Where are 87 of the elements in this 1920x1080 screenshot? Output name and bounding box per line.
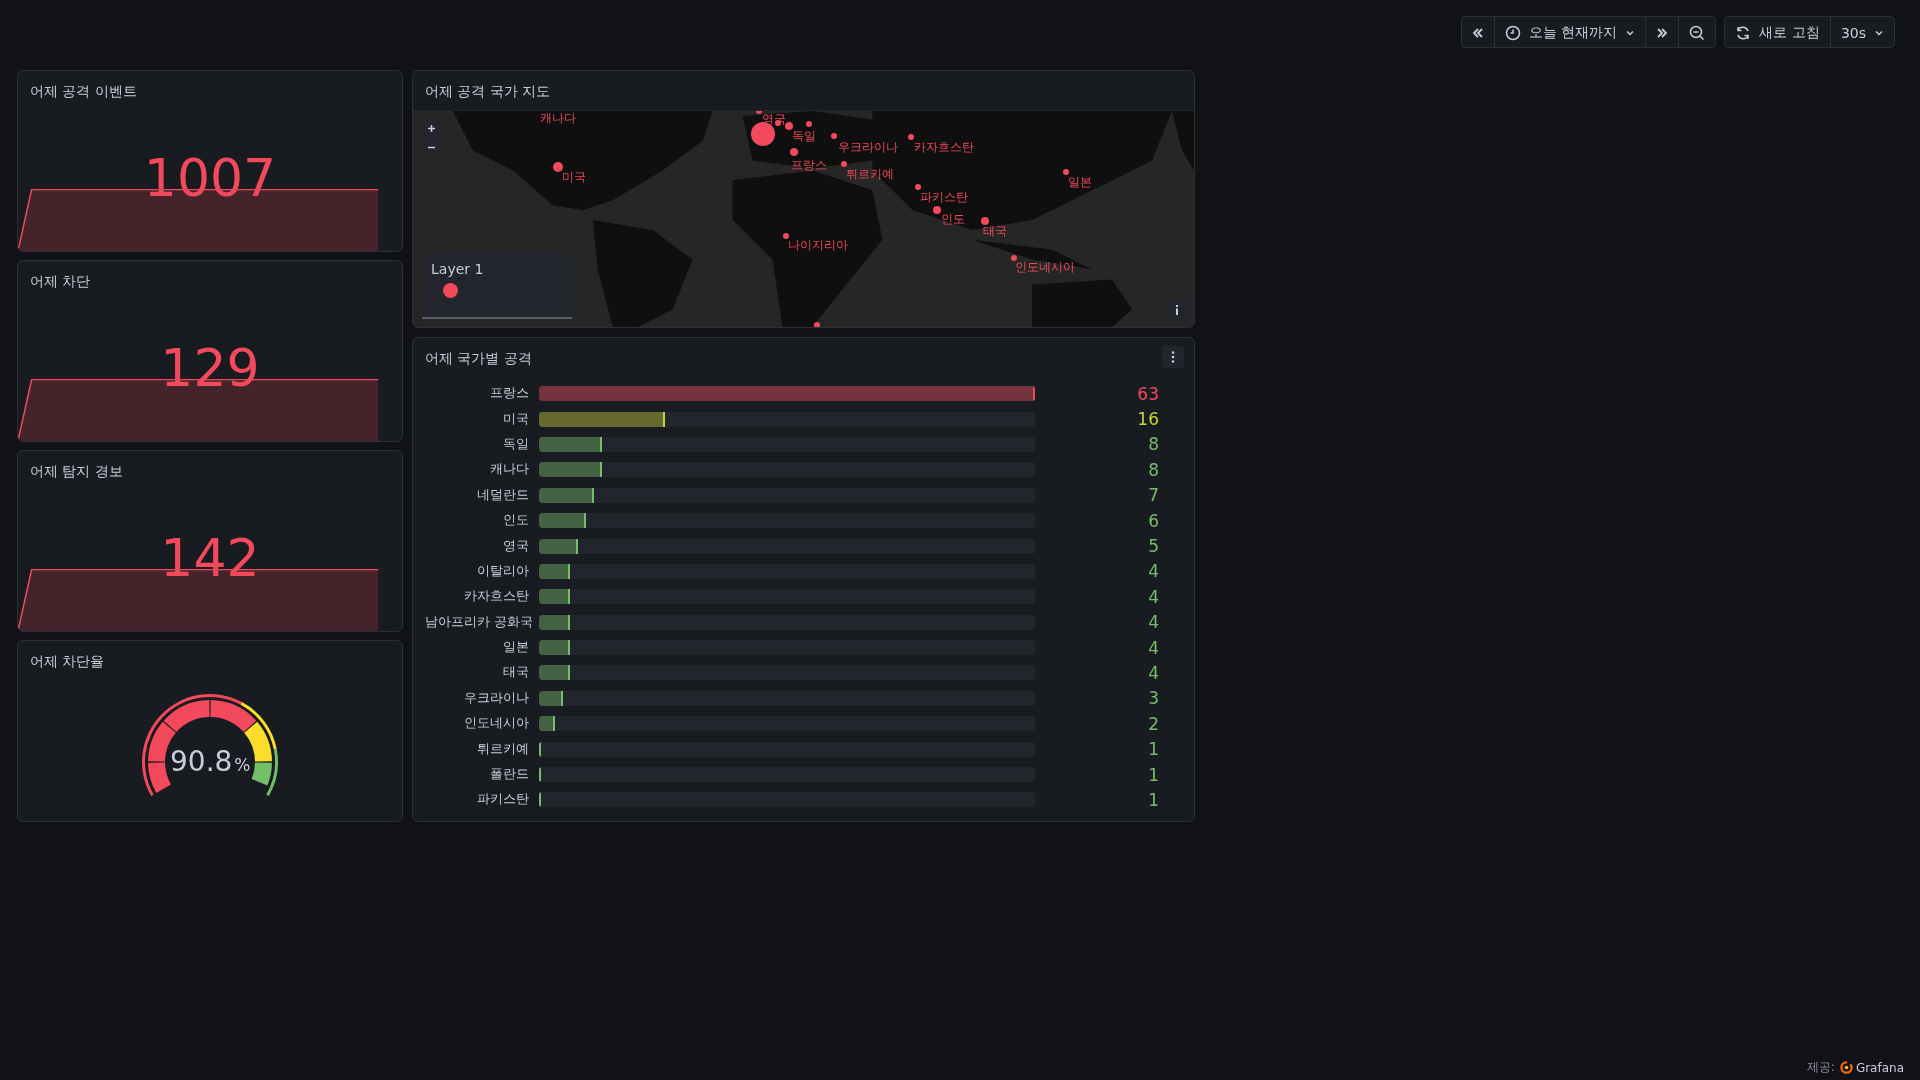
map-marker-icon xyxy=(814,322,820,327)
map-marker-label: 튀르키예 xyxy=(846,165,894,183)
bar-label: 독일 xyxy=(502,435,529,453)
bar-label: 인도네시아 xyxy=(463,715,529,733)
plus-icon xyxy=(426,123,436,133)
double-chevron-left-icon xyxy=(1472,27,1484,39)
panel-title: 어제 공격 이벤트 xyxy=(29,82,138,100)
map-marker-icon xyxy=(908,134,914,140)
bar-label: 네덜란드 xyxy=(476,486,529,504)
bar-value: 5 xyxy=(1147,536,1159,557)
bar-value: 4 xyxy=(1147,586,1159,607)
bar-label: 튀르키예 xyxy=(476,740,529,758)
bar-value: 63 xyxy=(1136,383,1159,404)
map-marker-icon xyxy=(790,148,798,156)
map-marker-label: 캐나다 xyxy=(540,111,576,127)
map-marker-icon xyxy=(831,133,837,139)
vertical-dots-icon xyxy=(1171,351,1175,363)
map-marker-icon xyxy=(553,162,563,172)
bar-value: 2 xyxy=(1147,713,1159,734)
info-button[interactable] xyxy=(1168,301,1186,319)
map-marker-icon xyxy=(806,121,812,127)
bar-label: 인도 xyxy=(502,512,529,530)
map-marker-label: 태국 xyxy=(983,222,1007,240)
spiral-logo-icon xyxy=(1839,1061,1853,1074)
bar-label: 캐나다 xyxy=(489,461,529,479)
map-marker-label: 미국 xyxy=(562,168,586,186)
map-marker-icon xyxy=(1063,169,1069,175)
bar-value: 4 xyxy=(1147,663,1159,683)
bar-label: 이탈리아 xyxy=(476,562,529,580)
bar-label: 일본 xyxy=(502,639,529,657)
map-marker-icon xyxy=(1011,255,1017,261)
map-marker-label: 프랑스 xyxy=(791,156,827,174)
zoom-in-button[interactable] xyxy=(422,119,440,137)
map-marker-label: 일본 xyxy=(1068,173,1092,191)
map-marker-icon xyxy=(841,161,847,167)
refresh-interval-dropdown[interactable]: 30s xyxy=(1829,17,1894,49)
bar-label: 파키스탄 xyxy=(476,791,529,809)
bar-value: 7 xyxy=(1147,485,1159,506)
map-marker-label: 파키스탄 xyxy=(920,188,968,206)
map-marker-icon xyxy=(785,122,793,130)
bar-value: 1 xyxy=(1147,789,1159,810)
bar-value: 8 xyxy=(1147,459,1159,480)
refresh-button[interactable]: 새로 고침 xyxy=(1725,17,1830,49)
bar-value: 4 xyxy=(1147,637,1159,658)
bar-value: 8 xyxy=(1147,434,1159,455)
info-icon xyxy=(1175,305,1179,315)
bar-label: 프랑스 xyxy=(489,385,529,403)
panel-title: 어제 국가별 공격 xyxy=(424,349,533,367)
footer-text: 제공: xyxy=(1806,1059,1835,1076)
bar-value: 16 xyxy=(1136,409,1159,430)
caret-icon xyxy=(1625,28,1636,38)
bar-value: 6 xyxy=(1147,510,1159,531)
clock-icon xyxy=(1505,25,1521,41)
panel-title: 어제 탐지 경보 xyxy=(29,462,124,480)
bar-label: 폴란드 xyxy=(489,766,529,784)
bar-value: 4 xyxy=(1147,612,1159,633)
bar-label: 미국 xyxy=(502,410,529,428)
footer-brand[interactable]: Grafana xyxy=(1855,1060,1904,1075)
bar-label: 영국 xyxy=(502,537,529,555)
caret-icon xyxy=(1874,28,1884,38)
map-marker-icon xyxy=(783,233,789,239)
map-marker-label: 카자흐스탄 xyxy=(914,138,974,156)
legend-label: Layer 1 xyxy=(431,261,485,277)
map-marker-label: 나이지리아 xyxy=(788,236,848,254)
panel-title: 어제 차단율 xyxy=(29,652,106,670)
zoom-out-button[interactable] xyxy=(422,138,440,156)
panel-title: 어제 차단 xyxy=(29,272,92,290)
zoom-out-icon xyxy=(1689,25,1706,41)
map-marker-label: 인도네시아 xyxy=(1015,258,1075,276)
bar-label: 카자흐스탄 xyxy=(463,588,529,606)
double-chevron-right-icon xyxy=(1656,27,1669,39)
bar-label: 태국 xyxy=(502,664,529,682)
map-marker-label: 우크라이나 xyxy=(838,138,898,156)
bar-label: 우크라이나 xyxy=(463,689,529,707)
bar-value: 4 xyxy=(1147,561,1159,582)
map-marker-label: 독일 xyxy=(792,127,816,145)
map-marker-label: 인도 xyxy=(941,210,965,228)
map-marker-icon xyxy=(981,217,989,225)
bar-value: 3 xyxy=(1147,688,1159,709)
panel-menu-button[interactable] xyxy=(1162,346,1184,368)
legend-dot-icon xyxy=(443,283,458,298)
gauge-value: 90.8% xyxy=(170,746,250,780)
bar-value: 1 xyxy=(1147,764,1159,785)
refresh-icon xyxy=(1735,25,1752,41)
map-marker-icon xyxy=(933,206,941,214)
bar-value: 1 xyxy=(1147,739,1159,760)
map-marker-icon xyxy=(915,184,921,190)
